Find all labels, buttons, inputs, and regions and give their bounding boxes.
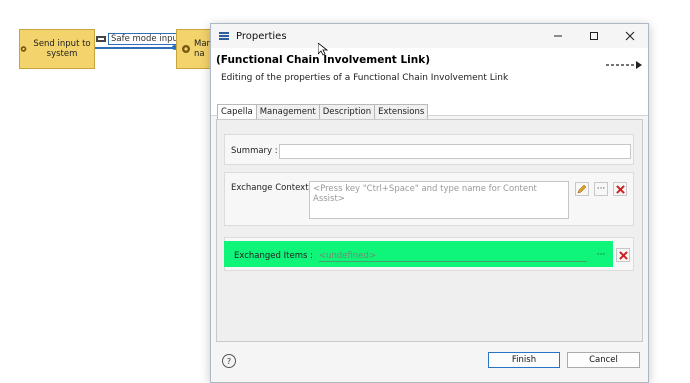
browse-context-button[interactable]: ··· [594, 182, 608, 196]
pencil-icon [577, 184, 587, 194]
edge-label-text: Safe mode input [108, 33, 185, 45]
minimize-button[interactable] [540, 24, 576, 48]
functional-exchange-edge[interactable] [95, 47, 176, 49]
minimize-icon [554, 35, 562, 37]
mouse-cursor-icon [318, 43, 328, 56]
exchange-icon [96, 36, 106, 42]
node-label: Send input to system [33, 39, 91, 59]
link-arrow-icon [606, 61, 642, 69]
dialog-titlebar[interactable]: Properties [211, 24, 648, 48]
function-icon [20, 46, 27, 52]
exchange-context-label: Exchange Context : [231, 183, 315, 193]
finish-button[interactable]: Finish [488, 352, 560, 368]
function-icon [182, 45, 190, 53]
browse-items-button[interactable]: ··· [594, 248, 608, 262]
tab-capella[interactable]: Capella [217, 104, 257, 120]
tab-panel: Summary : Exchange Context : <Press key … [216, 119, 643, 342]
ellipsis-icon: ··· [596, 250, 606, 260]
delete-icon [615, 184, 625, 194]
delete-context-button[interactable] [613, 182, 627, 196]
properties-icon [219, 32, 229, 40]
delete-items-button[interactable] [616, 248, 630, 262]
delete-icon [618, 250, 628, 260]
dialog-title: Properties [236, 30, 287, 42]
maximize-button[interactable] [576, 24, 612, 48]
maximize-icon [590, 32, 598, 40]
properties-dialog: Properties (Functional Chain Involvement… [210, 23, 649, 383]
exchanged-items-value[interactable]: <undefined> [319, 251, 587, 262]
summary-section: Summary : [224, 134, 634, 165]
exchange-context-section: Exchange Context : <Press key "Ctrl+Spac… [224, 172, 634, 226]
header-description: Editing of the properties of a Functiona… [221, 73, 509, 83]
edge-label[interactable]: Safe mode input [96, 33, 185, 45]
function-node-send-input[interactable]: Send input to system [19, 29, 95, 69]
tab-management[interactable]: Management [255, 104, 320, 119]
help-button[interactable]: ? [222, 354, 236, 368]
exchanged-items-section: Exchanged Items : <undefined> ··· [224, 237, 634, 271]
cancel-button[interactable]: Cancel [567, 352, 640, 368]
tab-extensions[interactable]: Extensions [374, 104, 429, 119]
summary-label: Summary : [231, 146, 278, 156]
dialog-footer: ? Finish Cancel [211, 345, 648, 382]
close-icon [625, 31, 635, 41]
edit-context-button[interactable] [575, 182, 589, 196]
ellipsis-icon: ··· [596, 184, 606, 194]
tab-description[interactable]: Description [318, 104, 376, 119]
exchange-context-input[interactable]: <Press key "Ctrl+Space" and type name fo… [309, 181, 569, 219]
close-button[interactable] [612, 24, 648, 48]
tab-bar: Capella Management Description Extension… [217, 104, 429, 120]
summary-input[interactable] [279, 144, 631, 159]
exchanged-items-label: Exchanged Items : [234, 251, 313, 261]
